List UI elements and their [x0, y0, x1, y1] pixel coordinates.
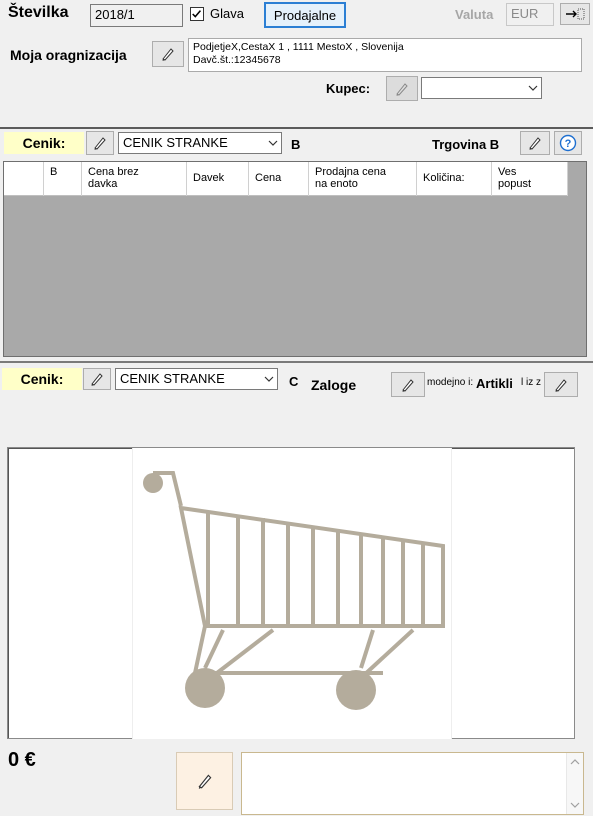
section-b-marker: B: [291, 137, 301, 152]
chevron-down-icon: [570, 802, 580, 808]
pencil-icon: [402, 378, 414, 392]
stevilka-label: Številka: [8, 4, 69, 21]
trgovina-edit-button[interactable]: [520, 131, 550, 155]
items-grid-header: B Cena brez davka Davek Cena Prodajna ce…: [4, 162, 568, 196]
iz-label: l iz z: [521, 377, 541, 388]
kupec-select[interactable]: [421, 77, 542, 99]
cenik-b-label: Cenik:: [4, 132, 84, 154]
valuta-field: EUR: [506, 3, 554, 26]
chevron-down-icon: [528, 85, 538, 91]
grid-col-header[interactable]: [4, 162, 44, 196]
total-label: 0 €: [8, 749, 36, 771]
cenik-c-select[interactable]: CENIK STRANKE: [115, 368, 278, 390]
separator-middle: [0, 361, 593, 363]
chevron-down-icon: [264, 376, 274, 382]
org-edit-button[interactable]: [152, 41, 184, 67]
product-image: [132, 448, 452, 739]
glava-checkbox[interactable]: [190, 7, 204, 21]
chevron-down-icon: [268, 140, 278, 146]
note-scrollbar[interactable]: [566, 753, 583, 814]
cenik-c-edit-button[interactable]: [83, 368, 111, 390]
zaloge-label: Zaloge: [311, 377, 357, 393]
grid-col-header[interactable]: Cena brez davka: [82, 162, 187, 196]
product-image-panel[interactable]: [7, 447, 575, 739]
pencil-icon: [198, 774, 211, 789]
exit-arrow-icon: [566, 8, 585, 20]
cenik-b-edit-button[interactable]: [86, 131, 114, 155]
org-address-line2: Davč.št.:12345678: [193, 54, 281, 66]
pencil-icon: [94, 137, 106, 150]
pencil-icon: [529, 137, 541, 150]
grid-col-header[interactable]: B: [44, 162, 82, 196]
pencil-icon: [555, 378, 567, 392]
org-address-box[interactable]: PodjetjeX,CestaX 1 , 1111 MestoX , Slove…: [188, 38, 582, 72]
grid-col-header[interactable]: Cena: [249, 162, 309, 196]
prodajalne-button[interactable]: Prodajalne: [264, 2, 346, 28]
section-c-marker: C: [289, 374, 299, 389]
help-button[interactable]: ?: [554, 131, 582, 155]
modejno-label: modejno i:: [427, 377, 474, 388]
grid-col-header[interactable]: Količina:: [417, 162, 492, 196]
exit-button[interactable]: [560, 3, 590, 25]
chevron-up-icon: [570, 759, 580, 765]
check-icon: [192, 10, 202, 18]
org-label: Moja oragnizacija: [10, 47, 127, 63]
kupec-label: Kupec:: [326, 81, 371, 96]
pencil-icon: [162, 48, 174, 61]
stevilka-field[interactable]: 2018/1: [90, 4, 183, 27]
artikli-label: Artikli: [476, 376, 513, 391]
question-circle-icon: ?: [559, 134, 577, 152]
prodajalne-label: Prodajalne: [273, 7, 337, 23]
trgovina-label: Trgovina B: [432, 137, 500, 152]
glava-label: Glava: [210, 6, 244, 21]
pencil-icon: [91, 373, 103, 386]
grid-col-header[interactable]: Davek: [187, 162, 249, 196]
kupec-edit-button[interactable]: [386, 76, 418, 101]
pencil-icon: [396, 82, 408, 96]
svg-text:?: ?: [565, 138, 572, 150]
valuta-label: Valuta: [455, 7, 494, 22]
grid-col-header[interactable]: Prodajna cena na enoto: [309, 162, 417, 196]
shopping-cart-icon: [143, 471, 445, 710]
org-address-line1: PodjetjeX,CestaX 1 , 1111 MestoX , Slove…: [193, 41, 404, 53]
note-textarea[interactable]: [241, 752, 584, 815]
cenik-c-label: Cenik:: [2, 368, 82, 390]
cenik-b-select[interactable]: CENIK STRANKE: [118, 132, 282, 154]
note-edit-button[interactable]: [176, 752, 233, 810]
artikli-edit-button[interactable]: [544, 372, 578, 397]
separator-top: [0, 127, 593, 129]
grid-col-header[interactable]: Ves popust: [492, 162, 568, 196]
zaloge-edit-button[interactable]: [391, 372, 425, 397]
